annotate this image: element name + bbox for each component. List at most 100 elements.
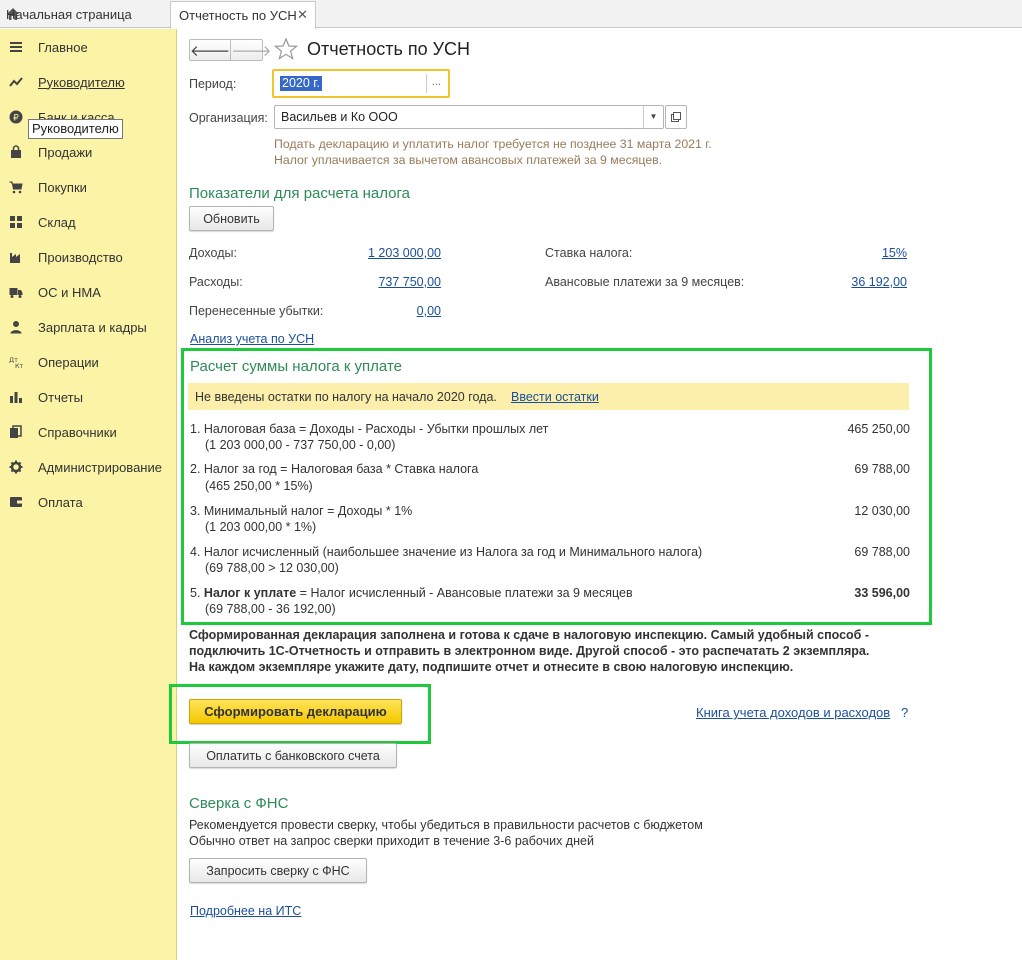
sidebar-item-payment[interactable]: Оплата bbox=[0, 487, 176, 517]
sidebar-item-label: Руководителю bbox=[38, 74, 125, 90]
star-icon[interactable] bbox=[274, 37, 298, 61]
indicators-heading: Показатели для расчета налога bbox=[189, 185, 410, 202]
period-select-button[interactable]: ... bbox=[426, 74, 446, 93]
sidebar-item-directories[interactable]: Справочники bbox=[0, 417, 176, 447]
tab-usn-report[interactable]: Отчетность по УСН ✕ bbox=[170, 1, 316, 29]
income-value-link[interactable]: 1 203 000,00 bbox=[328, 246, 441, 260]
period-value: 2020 г. bbox=[280, 76, 322, 91]
calc-row-5-bold: Налог к уплате bbox=[203, 586, 297, 600]
calc-row-2-title: 2. Налог за год = Налоговая база * Ставк… bbox=[190, 462, 479, 476]
close-icon[interactable]: ✕ bbox=[296, 8, 309, 21]
sidebar-item-sales[interactable]: Продажи bbox=[0, 137, 176, 167]
fns-text-1: Рекомендуется провести сверку, чтобы убе… bbox=[189, 818, 703, 832]
sidebar-item-operations[interactable]: Дт Кт Операции bbox=[0, 347, 176, 377]
main-content: 🡐 🡒 Отчетность по УСН Период: 2020 г. ..… bbox=[169, 29, 1022, 960]
advance-value-link[interactable]: 36 192,00 bbox=[808, 275, 907, 289]
sidebar-item-warehouse[interactable]: Склад bbox=[0, 207, 176, 237]
sidebar-item-label: Главное bbox=[38, 39, 88, 55]
fns-text-2: Обычно ответ на запрос сверки приходит в… bbox=[189, 834, 594, 848]
fns-heading: Сверка с ФНС bbox=[189, 795, 289, 812]
back-arrow-icon[interactable]: 🡐 bbox=[190, 40, 230, 60]
gear-icon bbox=[9, 460, 23, 474]
period-label: Период: bbox=[189, 77, 237, 91]
svg-text:Кт: Кт bbox=[15, 362, 23, 369]
pay-from-bank-button[interactable]: Оплатить с банковского счета bbox=[189, 743, 397, 768]
sidebar-item-label: Операции bbox=[38, 354, 99, 370]
sidebar-item-salary[interactable]: Зарплата и кадры bbox=[0, 312, 176, 342]
sidebar-item-production[interactable]: Производство bbox=[0, 242, 176, 272]
open-window-icon bbox=[671, 112, 681, 122]
income-label: Доходы: bbox=[189, 246, 237, 260]
calc-row-3-value: 12 030,00 bbox=[854, 504, 910, 518]
grid-icon bbox=[10, 216, 22, 228]
sidebar-item-assets[interactable]: ОС и НМА bbox=[0, 277, 176, 307]
organization-field[interactable]: Васильев и Ко ООО ▼ bbox=[274, 105, 664, 129]
cart-icon bbox=[9, 181, 23, 194]
dropdown-arrow-icon[interactable]: ▼ bbox=[643, 106, 663, 128]
request-reconciliation-button[interactable]: Запросить сверку с ФНС bbox=[189, 858, 367, 883]
refresh-button[interactable]: Обновить bbox=[189, 206, 274, 231]
sidebar-item-label: Склад bbox=[38, 214, 76, 230]
sidebar-item-manager[interactable]: Руководителю bbox=[0, 67, 176, 97]
enter-balances-link[interactable]: Ввести остатки bbox=[511, 390, 599, 404]
person-icon bbox=[10, 321, 22, 334]
calc-row-4-value: 69 788,00 bbox=[854, 545, 910, 559]
page-title: Отчетность по УСН bbox=[307, 39, 471, 59]
calc-row-1-value: 465 250,00 bbox=[847, 422, 910, 436]
organization-value: Васильев и Ко ООО bbox=[281, 110, 398, 124]
sidebar-item-purchases[interactable]: Покупки bbox=[0, 172, 176, 202]
calc-row-3-formula: (1 203 000,00 * 1%) bbox=[205, 520, 317, 534]
sidebar-item-label: Покупки bbox=[38, 179, 87, 195]
losses-label: Перенесенные убытки: bbox=[189, 304, 324, 318]
factory-icon bbox=[10, 253, 20, 263]
menu-lines-icon bbox=[10, 42, 22, 52]
calc-row-4-title: 4. Налог исчисленный (наибольшее значени… bbox=[190, 545, 703, 559]
sidebar: Главное Руководителю ₽ Банк и касса Прод… bbox=[0, 29, 177, 960]
help-icon[interactable]: ? bbox=[901, 705, 908, 720]
calc-row-2-formula: (465 250,00 * 15%) bbox=[205, 479, 313, 493]
advance-note: Налог уплачивается за вычетом авансовых … bbox=[274, 153, 663, 167]
advance-label: Авансовые платежи за 9 месяцев: bbox=[545, 275, 745, 289]
sidebar-item-label: Администрирование bbox=[38, 459, 162, 475]
calc-row-3-title: 3. Минимальный налог = Доходы * 1% bbox=[190, 504, 413, 518]
make-declaration-button[interactable]: Сформировать декларацию bbox=[189, 699, 402, 724]
income-expense-book-link[interactable]: Книга учета доходов и расходов bbox=[696, 705, 890, 720]
rate-label: Ставка налога: bbox=[545, 246, 633, 260]
sidebar-item-reports[interactable]: Отчеты bbox=[0, 382, 176, 412]
sidebar-item-main[interactable]: Главное bbox=[0, 32, 176, 62]
sidebar-item-label: Отчеты bbox=[38, 389, 83, 405]
calc-row-5-title: 5. Налог к уплате = Налог исчисленный - … bbox=[190, 586, 633, 600]
debit-credit-icon: ДтКт bbox=[9, 356, 23, 369]
calc-heading: Расчет суммы налога к уплате bbox=[190, 358, 402, 375]
sidebar-item-label: ОС и НМА bbox=[38, 284, 101, 300]
tab-bar: Начальная страница Отчетность по УСН ✕ bbox=[0, 0, 1022, 29]
wallet-icon bbox=[10, 497, 22, 507]
rate-value-link[interactable]: 15% bbox=[808, 246, 907, 260]
tooltip: Руководителю bbox=[28, 119, 123, 139]
analysis-link[interactable]: Анализ учета по УСН bbox=[190, 332, 314, 346]
calc-row-5-formula: (69 788,00 - 36 192,00) bbox=[205, 602, 336, 616]
tab-usn-report-label: Отчетность по УСН bbox=[179, 8, 297, 23]
its-link[interactable]: Подробнее на ИТС bbox=[190, 904, 301, 918]
losses-value-link[interactable]: 0,00 bbox=[328, 304, 441, 318]
tab-home[interactable]: Начальная страница bbox=[0, 0, 166, 28]
sidebar-item-label: Оплата bbox=[38, 494, 83, 510]
sidebar-item-label: Справочники bbox=[38, 424, 117, 440]
expense-value-link[interactable]: 737 750,00 bbox=[328, 275, 441, 289]
warning-bar: Не введены остатки по налогу на начало 2… bbox=[188, 383, 909, 410]
nav-buttons: 🡐 🡒 bbox=[189, 39, 271, 61]
open-organization-button[interactable] bbox=[665, 105, 687, 129]
sidebar-item-admin[interactable]: Администрирование bbox=[0, 452, 176, 482]
books-icon bbox=[10, 425, 22, 438]
period-field[interactable]: 2020 г. ... bbox=[272, 69, 450, 98]
truck-icon bbox=[9, 288, 23, 298]
calc-row-4-formula: (69 788,00 > 12 030,00) bbox=[205, 561, 339, 575]
calc-row-1-title: 1. Налоговая база = Доходы - Расходы - У… bbox=[190, 422, 549, 436]
warning-text: Не введены остатки по налогу на начало 2… bbox=[195, 390, 497, 404]
sidebar-item-label: Зарплата и кадры bbox=[38, 319, 147, 335]
organization-label: Организация: bbox=[189, 111, 268, 125]
svg-text:₽: ₽ bbox=[13, 114, 19, 124]
forward-arrow-icon[interactable]: 🡒 bbox=[230, 40, 271, 60]
sidebar-item-label: Производство bbox=[38, 249, 123, 265]
calc-row-1-formula: (1 203 000,00 - 737 750,00 - 0,00) bbox=[205, 438, 396, 452]
